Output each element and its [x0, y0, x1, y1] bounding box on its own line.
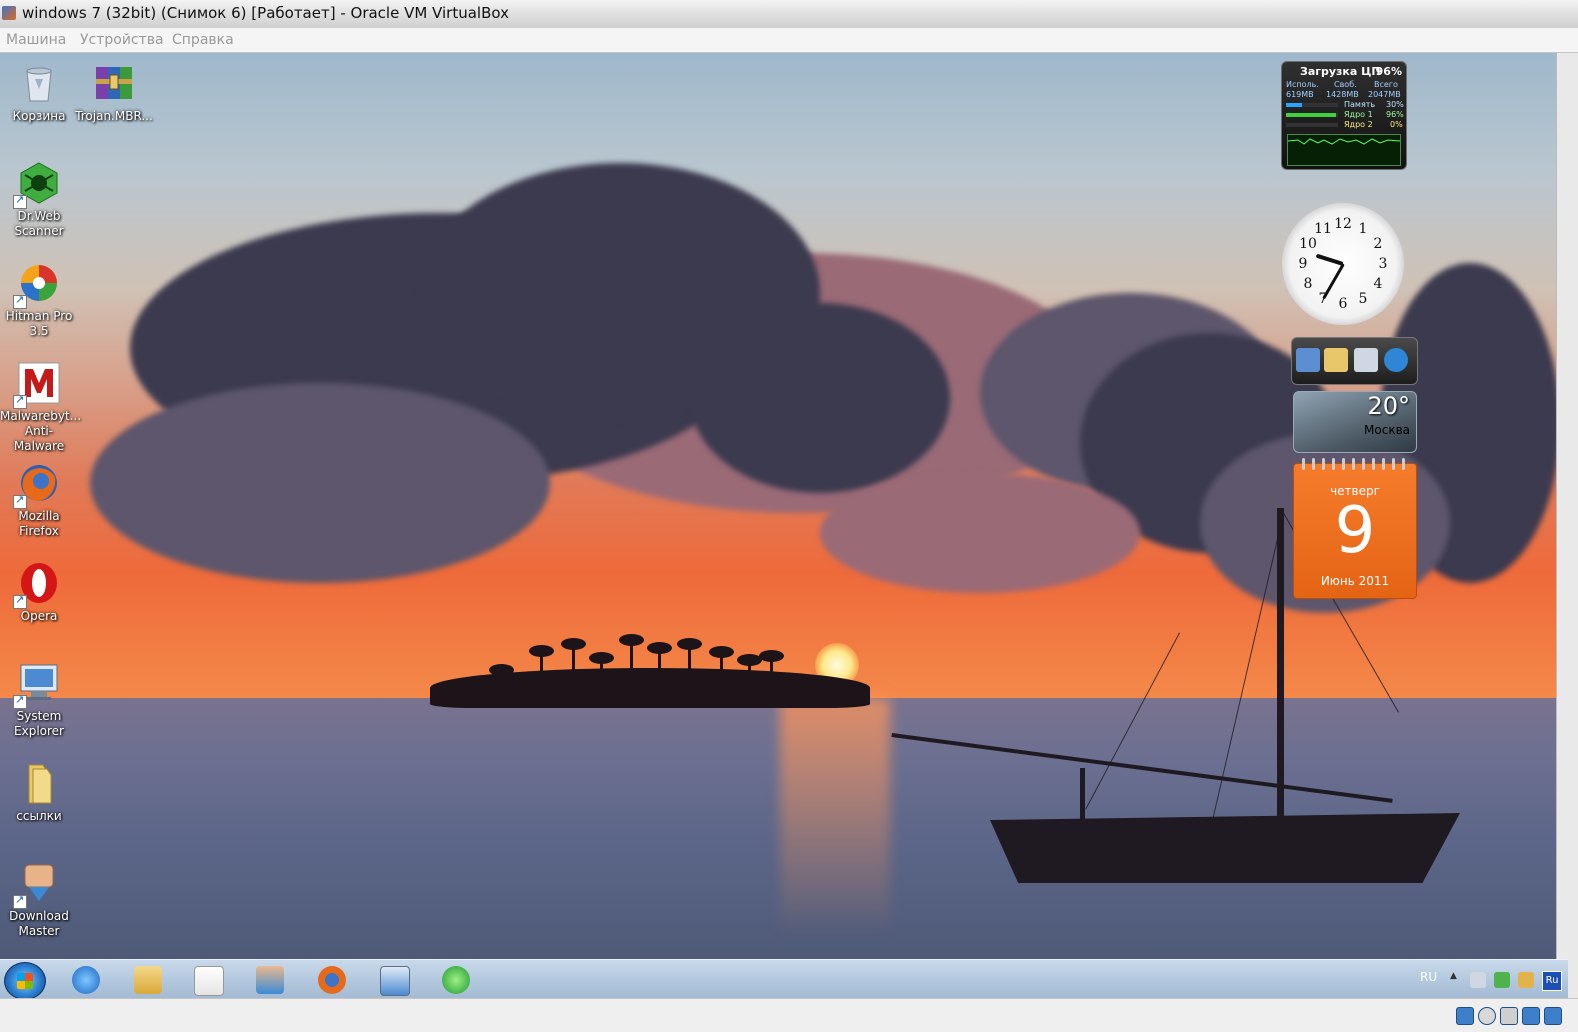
menu-devices[interactable]: Устройства	[80, 32, 164, 48]
desktop-icon-drweb[interactable]: Dr.Web Scanner	[0, 161, 78, 239]
download-master-icon	[13, 861, 61, 909]
usb-icon[interactable]	[1500, 1007, 1518, 1025]
malwarebytes-icon	[13, 361, 61, 409]
palm-island	[430, 634, 870, 708]
taskbar-green-app[interactable]	[430, 962, 482, 998]
network-download-icon	[256, 966, 284, 994]
weather-gadget[interactable]: 20° Москва	[1293, 391, 1417, 453]
windows-start-orb[interactable]	[4, 962, 46, 1000]
tray-network-icon[interactable]	[1470, 972, 1486, 988]
desktop-icon-hitmanpro[interactable]: Hitman Pro 3.5	[0, 261, 78, 339]
calendar-gadget[interactable]: четверг 9 Июнь 2011	[1293, 458, 1417, 599]
cpu-title: Загрузка ЦП	[1300, 65, 1381, 78]
green-power-icon	[442, 966, 470, 994]
desktop-icon-recycle-bin[interactable]: Корзина	[0, 61, 78, 124]
drweb-spider-icon	[13, 161, 61, 209]
desktop-icon-system-explorer[interactable]: System Explorer	[0, 661, 78, 739]
taskbar-control-panel[interactable]	[368, 962, 420, 998]
hitmanpro-shield-icon	[13, 261, 61, 309]
boat-mast	[1277, 508, 1284, 833]
shared-folders-icon[interactable]	[1544, 1007, 1562, 1025]
desktop-icon-trojan-archive[interactable]: Trojan.MBR...	[75, 61, 153, 124]
recycle-bin-icon	[17, 61, 61, 105]
guest-screen: Корзина Trojan.MBR... Dr.Web Scanner Hit…	[0, 53, 1556, 959]
window-title: windows 7 (32bit) (Снимок 6) [Работает] …	[22, 4, 509, 22]
firefox-icon	[13, 461, 61, 509]
memory-bar	[1286, 103, 1338, 107]
media-player-icon	[194, 966, 224, 996]
weather-temperature: 20°	[1367, 392, 1410, 420]
taskbar-windows-explorer[interactable]	[122, 962, 174, 998]
opera-icon	[13, 561, 61, 609]
sailboat	[990, 813, 1460, 883]
desktop-icon-opera[interactable]: Opera	[0, 561, 78, 624]
calendar-month-year: Июнь 2011	[1320, 574, 1390, 588]
windows-explorer-icon	[134, 966, 162, 994]
internet-explorer-icon	[1384, 348, 1408, 372]
folder-icon	[17, 761, 61, 805]
menu-help[interactable]: Справка	[172, 32, 234, 48]
tray-security-icon[interactable]	[1518, 972, 1534, 988]
virtualbox-app-icon	[2, 6, 16, 20]
tray-show-hidden-icon[interactable]: ▲	[1450, 971, 1457, 981]
internet-explorer-icon	[72, 966, 100, 994]
taskbar-media-player[interactable]	[182, 962, 234, 998]
core2-bar	[1286, 123, 1338, 127]
folder-icon	[1324, 348, 1348, 372]
hdd-activity-icon[interactable]	[1456, 1007, 1474, 1025]
taskbar-firefox[interactable]	[306, 962, 358, 998]
tray-antivirus-icon[interactable]	[1494, 972, 1510, 988]
calendar-day: 9	[1334, 494, 1376, 568]
core1-bar	[1286, 113, 1338, 117]
desktop-icon-links-folder[interactable]: ссылки	[0, 761, 78, 824]
analog-clock-gadget[interactable]: 12 1 2 3 4 5 6 7 8 9 10 11	[1282, 203, 1404, 325]
tray-keyboard-layout[interactable]: Ru	[1542, 971, 1562, 991]
firefox-icon	[318, 966, 346, 994]
winrar-archive-icon	[92, 61, 136, 105]
desktop-icon-malwarebytes[interactable]: Malwarebyt... Anti-Malware	[0, 361, 81, 454]
cpu-percent: 96%	[1375, 65, 1402, 78]
virtualbox-menubar: Машина Устройства Справка	[0, 28, 1578, 53]
control-panel-icon	[380, 966, 410, 996]
tray-language-indicator[interactable]: RU	[1420, 970, 1437, 984]
desktop-icon-download-master[interactable]: Download Master	[0, 861, 78, 939]
weather-city: Москва	[1364, 423, 1410, 437]
cd-drive-icon[interactable]	[1478, 1007, 1496, 1025]
network-adapter-icon[interactable]	[1522, 1007, 1540, 1025]
taskbar-internet-explorer[interactable]	[60, 962, 112, 998]
clock-minute-hand	[1321, 263, 1345, 300]
recycle-bin-icon	[1354, 348, 1378, 372]
cpu-history-graph	[1287, 134, 1401, 166]
menu-machine[interactable]: Машина	[6, 32, 66, 48]
cpu-meter-gadget[interactable]: Загрузка ЦП 96% Исполь. Своб. Всего 619МВ…	[1281, 61, 1407, 170]
taskbar-network-download[interactable]	[244, 962, 296, 998]
virtualbox-titlebar: windows 7 (32bit) (Снимок 6) [Работает] …	[0, 0, 1578, 29]
desktop-icon-firefox[interactable]: Mozilla Firefox	[0, 461, 78, 539]
computer-icon	[1296, 348, 1320, 372]
vertical-scrollbar[interactable]	[1556, 53, 1578, 998]
system-explorer-icon	[13, 661, 61, 709]
slideshow-gadget[interactable]	[1291, 337, 1418, 385]
virtualbox-statusbar	[0, 998, 1578, 1032]
clock-hour-hand	[1315, 253, 1344, 266]
windows-taskbar: RU ▲ Ru	[0, 959, 1568, 1000]
